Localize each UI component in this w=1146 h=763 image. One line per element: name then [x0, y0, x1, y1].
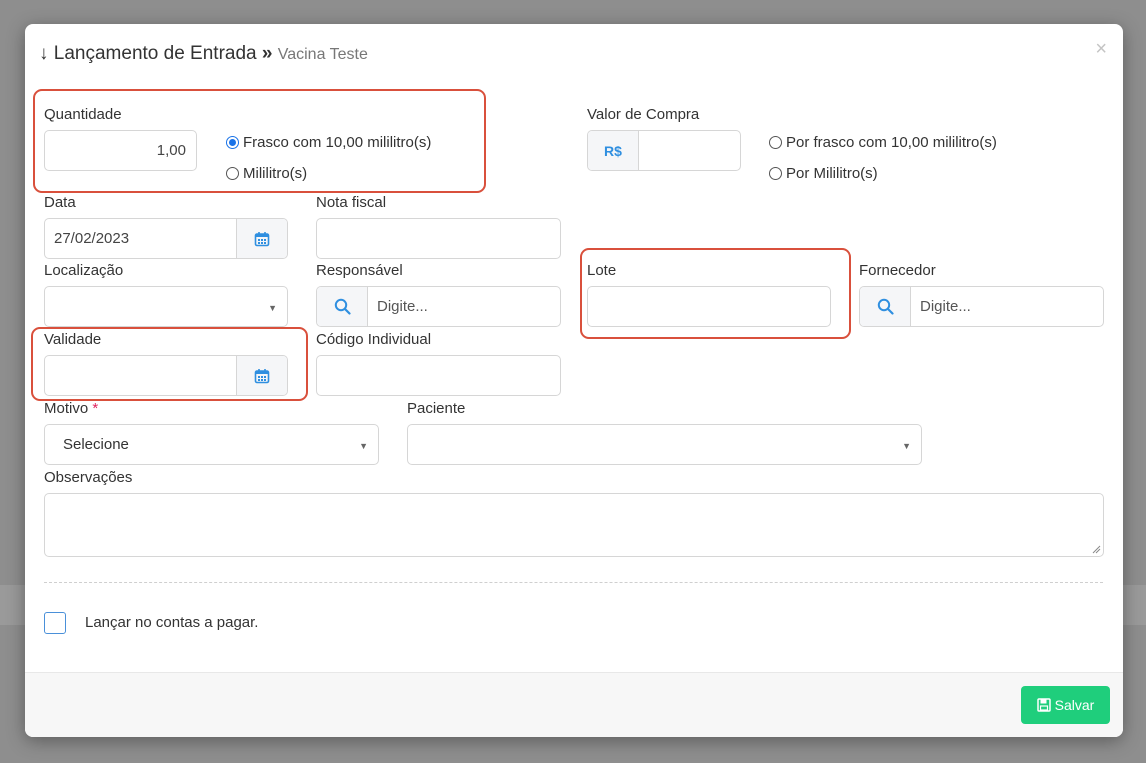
floppy-disk-icon	[1036, 698, 1051, 712]
radio-mililitro[interactable]: Mililitro(s)	[226, 165, 307, 182]
chevron-down-icon: ▼	[268, 303, 277, 313]
data-label: Data	[44, 194, 76, 211]
divider	[44, 582, 1103, 583]
responsavel-group	[316, 286, 561, 327]
radio-mililitro-label: Mililitro(s)	[243, 165, 308, 182]
radio-mililitro-dot[interactable]	[226, 167, 239, 180]
motivo-label: Motivo *	[44, 400, 98, 417]
validade-input[interactable]	[45, 356, 236, 395]
calendar-icon[interactable]	[236, 356, 287, 395]
contas-checkbox[interactable]	[44, 612, 66, 634]
modal-subtitle: Vacina Teste	[277, 46, 368, 63]
valor-compra-group: R$	[587, 130, 741, 171]
lote-input[interactable]	[587, 286, 831, 327]
paciente-label: Paciente	[407, 400, 466, 417]
modal-title-text: Lançamento de Entrada	[53, 43, 257, 64]
nota-fiscal-label: Nota fiscal	[316, 194, 387, 211]
codigo-individual-label: Código Individual	[316, 331, 432, 348]
required-mark: *	[92, 400, 99, 417]
title-separator: »	[261, 43, 273, 64]
validade-label: Validade	[44, 331, 102, 348]
lote-label: Lote	[587, 262, 617, 279]
fornecedor-group	[859, 286, 1104, 327]
motivo-value: Selecione	[63, 436, 129, 453]
save-button[interactable]: Salvar	[1021, 686, 1110, 724]
radio-frasco-label: Frasco com 10,00 mililitro(s)	[243, 134, 432, 151]
radio-frasco[interactable]: Frasco com 10,00 mililitro(s)	[226, 134, 431, 151]
data-input[interactable]	[45, 219, 236, 258]
chevron-down-icon: ▼	[359, 441, 368, 451]
search-icon[interactable]	[317, 287, 368, 326]
valor-compra-label: Valor de Compra	[587, 106, 700, 123]
close-icon[interactable]: ×	[1095, 38, 1107, 61]
save-label: Salvar	[1054, 697, 1095, 713]
fornecedor-input[interactable]	[911, 287, 1103, 326]
radio-por-frasco-dot[interactable]	[769, 136, 782, 149]
quantidade-label: Quantidade	[44, 106, 122, 123]
calendar-icon[interactable]	[236, 219, 287, 258]
entry-modal: ↓ Lançamento de Entrada » Vacina Teste ×…	[25, 24, 1123, 737]
radio-por-mililitro-label: Por Mililitro(s)	[786, 165, 878, 182]
localizacao-label: Localização	[44, 262, 124, 279]
paciente-select[interactable]: ▼	[407, 424, 922, 465]
radio-por-mililitro-dot[interactable]	[769, 167, 782, 180]
valor-compra-input[interactable]	[639, 131, 740, 170]
nota-fiscal-input[interactable]	[316, 218, 561, 259]
responsavel-label: Responsável	[316, 262, 403, 279]
observacoes-label: Observações	[44, 469, 133, 486]
radio-frasco-dot[interactable]	[226, 136, 239, 149]
motivo-label-text: Motivo	[44, 400, 89, 417]
chevron-down-icon: ▼	[902, 441, 911, 451]
localizacao-select[interactable]: ▼	[44, 286, 288, 327]
codigo-individual-input[interactable]	[316, 355, 561, 396]
contas-label: Lançar no contas a pagar.	[85, 614, 259, 631]
modal-title: ↓ Lançamento de Entrada » Vacina Teste	[39, 43, 368, 65]
validade-group	[44, 355, 288, 396]
search-icon[interactable]	[860, 287, 911, 326]
radio-por-frasco[interactable]: Por frasco com 10,00 mililitro(s)	[769, 134, 997, 151]
arrow-down-icon: ↓	[39, 43, 49, 64]
quantidade-input[interactable]	[44, 130, 197, 171]
fornecedor-label: Fornecedor	[859, 262, 936, 279]
radio-por-mililitro[interactable]: Por Mililitro(s)	[769, 165, 878, 182]
modal-footer: Salvar	[25, 672, 1123, 737]
radio-por-frasco-label: Por frasco com 10,00 mililitro(s)	[786, 134, 997, 151]
currency-addon: R$	[588, 131, 639, 170]
resize-handle-icon[interactable]	[1091, 544, 1101, 554]
data-group	[44, 218, 288, 259]
motivo-select[interactable]: Selecione ▼	[44, 424, 379, 465]
responsavel-input[interactable]	[368, 287, 560, 326]
observacoes-textarea[interactable]	[44, 493, 1104, 557]
